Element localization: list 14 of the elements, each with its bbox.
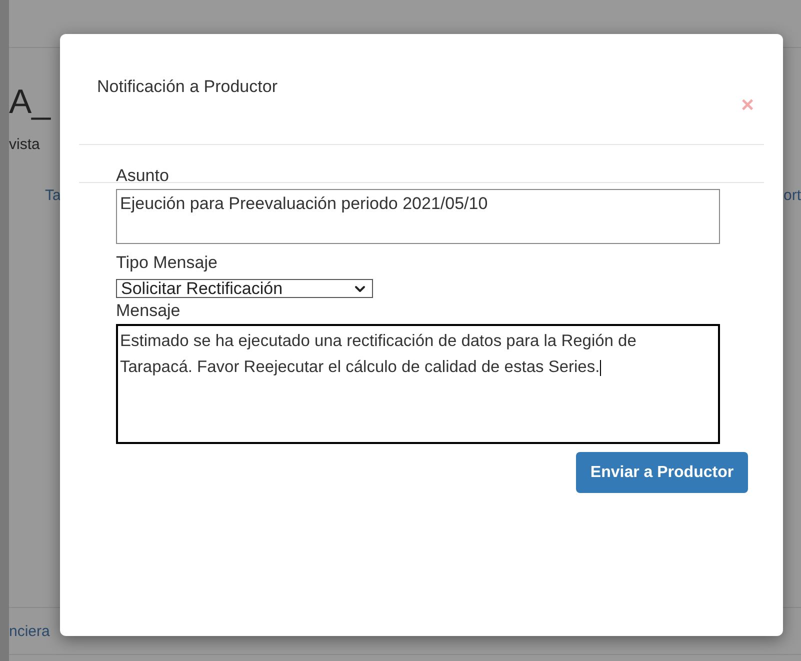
footer-link[interactable]: nciera [9, 618, 50, 644]
field-label: Tipo Mensaje [116, 253, 218, 273]
page-subtitle: vista [9, 135, 40, 155]
send-button[interactable]: Enviar a Productor [576, 452, 748, 493]
message-field[interactable]: Estimado se ha ejecutado una rectificación de datos para la Región de Tarapacá. Favor Reejecutar el cálculo de calidad de estas Series. [116, 324, 720, 444]
field-label: Mensaje [116, 301, 180, 321]
field-label: Asunto [116, 166, 169, 186]
message-type-select[interactable]: Solicitar Rectificación [116, 279, 373, 298]
page-tab[interactable]: ort [783, 184, 801, 207]
text-cursor [600, 360, 601, 376]
dialog-title: Notificación a Productor [97, 76, 278, 98]
subject-field[interactable]: Ejeución para Preevaluación periodo 2021/05/10 [116, 189, 720, 244]
page-tab[interactable]: Ta [45, 184, 61, 207]
page-heading: A_ [9, 82, 51, 122]
